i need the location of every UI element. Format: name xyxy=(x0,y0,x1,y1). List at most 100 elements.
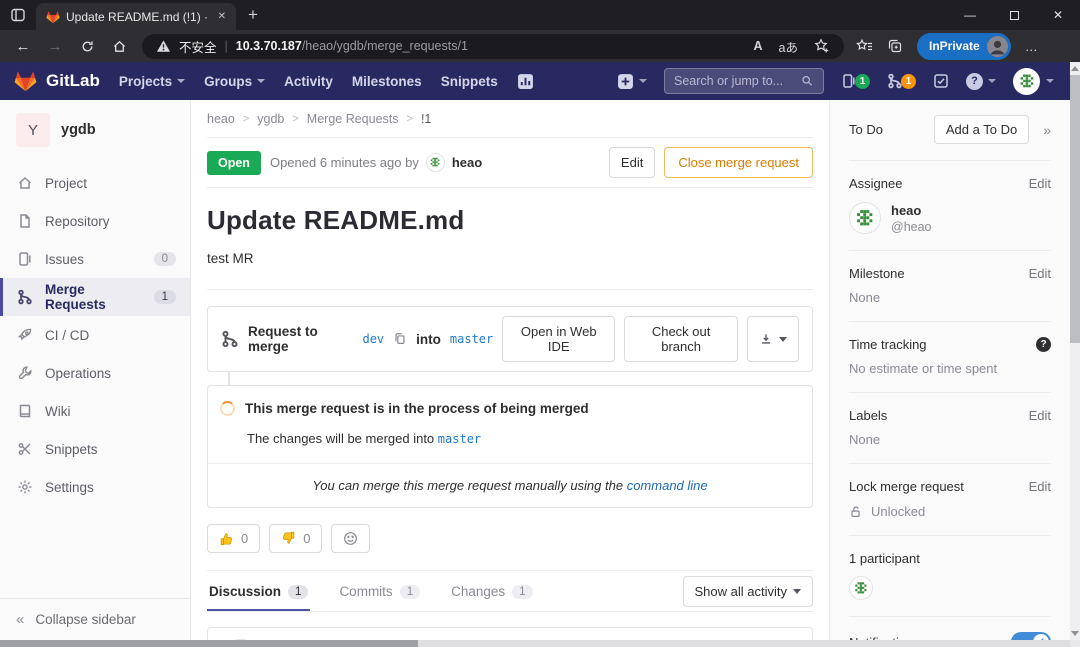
workspace-icon[interactable] xyxy=(0,7,36,23)
nav-milestones[interactable]: Milestones xyxy=(352,74,422,89)
sidebar-item-cicd[interactable]: CI / CD xyxy=(0,316,190,354)
favorite-star-icon[interactable] xyxy=(814,38,830,54)
mr-count-badge: 1 xyxy=(901,74,916,89)
new-tab-button[interactable]: + xyxy=(248,5,258,25)
address-bar[interactable]: 不安全 | 10.3.70.187/heao/ygdb/merge_reques… xyxy=(142,34,844,59)
search-icon xyxy=(801,74,814,88)
address-separator: | xyxy=(225,39,228,53)
todos-nav-button[interactable] xyxy=(933,73,949,89)
time-tracking-value: No estimate or time spent xyxy=(849,361,1051,376)
download-dropdown-button[interactable] xyxy=(747,316,799,362)
tab-close-icon[interactable]: ✕ xyxy=(214,9,230,24)
show-all-activity-button[interactable]: Show all activity xyxy=(683,576,813,607)
back-icon[interactable]: ← xyxy=(8,33,38,59)
source-branch-link[interactable]: dev xyxy=(362,332,384,346)
sidebar-item-snippets[interactable]: Snippets xyxy=(0,430,190,468)
lock-edit-link[interactable]: Edit xyxy=(1029,479,1051,494)
sidebar-item-repository[interactable]: Repository xyxy=(0,202,190,240)
close-merge-request-button[interactable]: Close merge request xyxy=(664,147,813,178)
breadcrumb-item[interactable]: heao xyxy=(207,112,235,126)
issues-count-badge: 1 xyxy=(855,74,870,89)
search-box[interactable] xyxy=(664,68,824,94)
chevron-down-icon xyxy=(257,79,265,83)
author-name[interactable]: heao xyxy=(452,155,482,170)
sidebar-item-merge-requests[interactable]: Merge Requests 1 xyxy=(0,278,190,316)
tab-discussion[interactable]: Discussion 1 xyxy=(207,571,310,611)
scissors-icon xyxy=(17,441,33,457)
browser-tab[interactable]: Update README.md (!1) · Merge ✕ xyxy=(36,3,236,30)
vertical-scroll-thumb[interactable] xyxy=(1070,75,1080,343)
thumbsdown-button[interactable]: 0 xyxy=(269,524,322,553)
scroll-up-icon[interactable] xyxy=(1071,66,1079,71)
translate-icon[interactable]: aあ xyxy=(779,37,798,56)
sidebar-item-project[interactable]: Project xyxy=(0,164,190,202)
security-label[interactable]: 不安全 xyxy=(179,37,217,56)
scroll-down-icon[interactable] xyxy=(1071,631,1079,636)
new-menu-button[interactable] xyxy=(617,73,647,90)
home-icon[interactable] xyxy=(104,33,134,59)
command-line-link[interactable]: command line xyxy=(627,478,708,493)
open-web-ide-button[interactable]: Open in Web IDE xyxy=(502,316,615,362)
sidebar-item-wiki[interactable]: Wiki xyxy=(0,392,190,430)
breadcrumb-item[interactable]: ygdb xyxy=(257,112,284,126)
thumbs-up-icon xyxy=(219,531,234,546)
wrench-icon xyxy=(17,365,33,381)
inprivate-badge[interactable]: InPrivate xyxy=(917,33,1011,60)
read-aloud-icon[interactable]: A xyxy=(754,39,763,53)
mr-tabs: Discussion 1 Commits 1 Changes 1 Show al… xyxy=(207,571,813,612)
copy-branch-icon[interactable] xyxy=(393,332,407,346)
checkout-branch-button[interactable]: Check out branch xyxy=(624,316,738,362)
target-branch-link[interactable]: master xyxy=(438,432,481,446)
edit-button[interactable]: Edit xyxy=(609,147,655,178)
plus-icon xyxy=(617,73,634,90)
assignee-edit-link[interactable]: Edit xyxy=(1029,176,1051,191)
nav-projects[interactable]: Projects xyxy=(119,74,185,89)
more-menu-icon[interactable]: … xyxy=(1025,39,1038,54)
target-branch-link[interactable]: master xyxy=(450,332,493,346)
url-text[interactable]: 10.3.70.187/heao/ygdb/merge_requests/1 xyxy=(236,39,468,53)
merge-state-heading: This merge request is in the process of … xyxy=(245,401,589,416)
participant-avatar[interactable] xyxy=(849,576,873,600)
add-todo-button[interactable]: Add a To Do xyxy=(934,115,1029,144)
nav-activity[interactable]: Activity xyxy=(284,74,333,89)
collapse-sidebar-button[interactable]: « Collapse sidebar xyxy=(0,598,190,640)
close-button[interactable]: ✕ xyxy=(1036,0,1080,30)
horizontal-scrollbar[interactable] xyxy=(0,640,1070,647)
vertical-scrollbar[interactable] xyxy=(1070,62,1080,640)
labels-edit-link[interactable]: Edit xyxy=(1029,408,1051,423)
sidebar-item-settings[interactable]: Settings xyxy=(0,468,190,506)
help-nav-button[interactable]: ? xyxy=(966,73,996,90)
gitlab-favicon-icon xyxy=(46,10,60,24)
breadcrumb: heao > ygdb > Merge Requests > !1 xyxy=(207,100,813,138)
issues-nav-button[interactable]: 1 xyxy=(841,73,870,89)
breadcrumb-item[interactable]: Merge Requests xyxy=(307,112,399,126)
nav-snippets[interactable]: Snippets xyxy=(441,74,498,89)
tab-commits[interactable]: Commits 1 xyxy=(337,571,422,611)
loading-spinner-icon xyxy=(220,401,235,416)
search-input[interactable] xyxy=(674,74,801,88)
gitlab-logo[interactable]: GitLab xyxy=(14,70,100,92)
milestone-edit-link[interactable]: Edit xyxy=(1029,266,1051,281)
sidebar-item-issues[interactable]: Issues 0 xyxy=(0,240,190,278)
merge-requests-nav-button[interactable]: 1 xyxy=(887,73,916,89)
collections-icon[interactable] xyxy=(887,38,903,54)
maximize-button[interactable] xyxy=(992,0,1036,30)
minimize-button[interactable]: — xyxy=(948,0,992,30)
notifications-toggle[interactable]: ✓ xyxy=(1011,632,1051,640)
sidebar-item-operations[interactable]: Operations xyxy=(0,354,190,392)
help-icon[interactable]: ? xyxy=(1036,337,1051,352)
user-menu-button[interactable] xyxy=(1013,68,1054,95)
thumbsup-button[interactable]: 0 xyxy=(207,524,260,553)
horizontal-scroll-thumb[interactable] xyxy=(0,640,418,647)
project-header[interactable]: Y ygdb xyxy=(0,100,190,164)
charts-icon[interactable] xyxy=(517,73,534,90)
author-avatar[interactable] xyxy=(426,153,445,172)
assignee-block: Assignee Edit heao @heao xyxy=(849,161,1051,251)
collapse-right-sidebar-icon[interactable]: » xyxy=(1043,122,1051,138)
add-emoji-button[interactable] xyxy=(331,524,370,553)
favorites-hub-icon[interactable] xyxy=(856,38,873,54)
tab-changes[interactable]: Changes 1 xyxy=(449,571,534,611)
assignee-user[interactable]: heao @heao xyxy=(849,202,1051,234)
nav-groups[interactable]: Groups xyxy=(204,74,265,89)
refresh-icon[interactable] xyxy=(72,33,102,59)
